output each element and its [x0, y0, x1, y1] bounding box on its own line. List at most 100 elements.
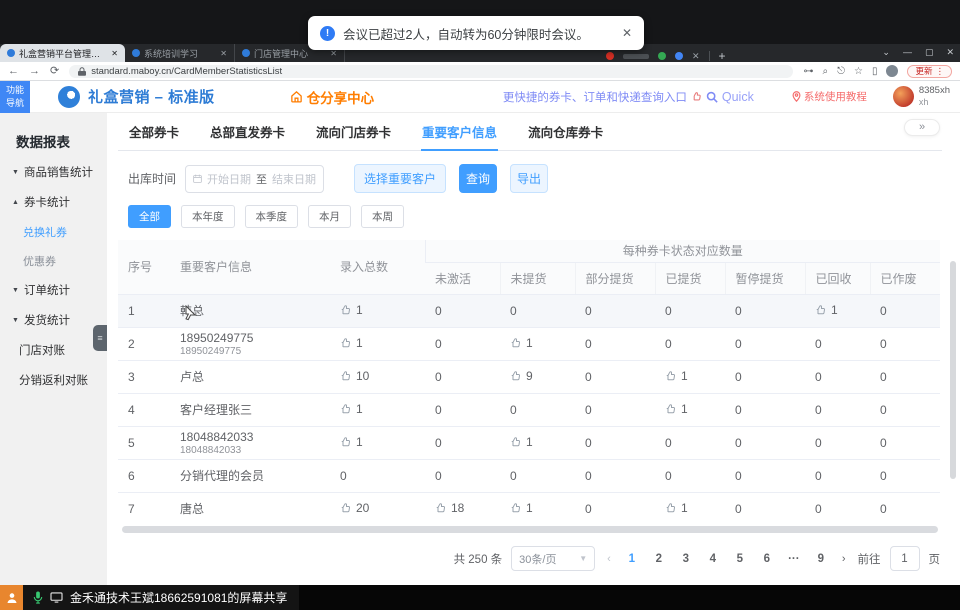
count-link[interactable]: 1 [665, 402, 688, 416]
sidebar-item[interactable]: ▲券卡统计 [0, 187, 107, 217]
tab-favicon-red[interactable] [606, 52, 614, 60]
count-link[interactable]: 9 [510, 369, 533, 383]
quick-filter-button[interactable]: 本年度 [181, 205, 235, 228]
quick-filter-button[interactable]: 本周 [361, 205, 404, 228]
count-link[interactable]: 1 [815, 303, 838, 317]
panel-icon[interactable]: ▯ [872, 66, 878, 77]
tutorial-link[interactable]: 系统使用教程 [792, 89, 867, 104]
count-value: 1 [356, 435, 363, 449]
window-minimize-icon[interactable]: — [903, 47, 912, 58]
status-column-header: 已作废 [870, 262, 940, 294]
count-link[interactable]: 1 [340, 402, 363, 416]
select-customer-button[interactable]: 选择重要客户 [354, 164, 446, 193]
count-link[interactable]: 1 [510, 501, 533, 515]
tab-item[interactable]: 总部直发券卡 [209, 122, 286, 150]
page-number-button[interactable]: 2 [650, 553, 668, 565]
count-link[interactable]: 20 [340, 501, 369, 515]
new-tab-button[interactable]: + [719, 49, 726, 63]
count-link[interactable]: 10 [340, 369, 369, 383]
function-nav-toggle[interactable]: 功能 导航 [0, 81, 30, 113]
sidebar-subitem[interactable]: 兑换礼券 [0, 217, 107, 246]
table-row[interactable]: 7唐总2018101000 [118, 492, 940, 524]
reload-icon[interactable]: ⟳ [50, 66, 59, 77]
prev-page-button[interactable]: ‹ [604, 553, 614, 565]
page-number-button[interactable]: 3 [677, 553, 695, 565]
count-link[interactable]: 1 [510, 336, 533, 350]
tab-item[interactable]: 流向门店券卡 [315, 122, 392, 150]
quick-filter-button[interactable]: 本月 [308, 205, 351, 228]
export-button[interactable]: 导出 [510, 164, 548, 193]
banner-close-icon[interactable]: ✕ [622, 26, 632, 40]
sidebar-item[interactable]: ▼发货统计 [0, 305, 107, 335]
quick-filter-row: 全部本年度本季度本月本周 [118, 205, 942, 228]
count-link[interactable]: 1 [340, 435, 363, 449]
window-close-icon[interactable]: ✕ [946, 47, 954, 58]
count-link[interactable]: 1 [665, 369, 688, 383]
browser-tab[interactable]: 系统培训学习✕ [125, 44, 235, 62]
back-icon[interactable]: ← [8, 66, 19, 77]
tab-item[interactable]: 流向仓库券卡 [527, 122, 604, 150]
table-row[interactable]: 2189502497751895024977510100000 [118, 327, 940, 360]
count-link[interactable]: 1 [510, 435, 533, 449]
page-number-button[interactable]: 6 [758, 553, 776, 565]
table-row[interactable]: 3卢总100901000 [118, 360, 940, 393]
table-row[interactable]: 6分销代理的会员00000000 [118, 459, 940, 492]
horizontal-scrollbar[interactable] [122, 526, 938, 533]
tab-favicon-green[interactable] [658, 52, 666, 60]
browser-tab[interactable]: 礼盒营销平台管理中心✕ [0, 44, 125, 62]
sidebar-item[interactable]: 门店对账 [0, 335, 107, 365]
password-key-icon[interactable]: ⊶ [803, 66, 813, 77]
customer-cell[interactable]: 1895024977518950249775 [170, 327, 330, 360]
goto-page-input[interactable] [890, 546, 920, 571]
quick-filter-button[interactable]: 本季度 [245, 205, 299, 228]
count-link[interactable]: 18 [435, 501, 464, 515]
sidebar-subitem[interactable]: 优惠券 [0, 246, 107, 275]
next-page-button[interactable]: › [839, 553, 849, 565]
table-row[interactable]: 4客户经理张三10001000 [118, 393, 940, 426]
user-chip[interactable]: 8385xh xh [893, 85, 950, 107]
page-size-select[interactable]: 30条/页 ▼ [511, 546, 595, 571]
date-range-input[interactable]: 开始日期 至 结束日期 [185, 165, 324, 193]
window-menu-icon[interactable]: ⌄ [882, 47, 890, 58]
bookmark-star-icon[interactable]: ☆ [854, 66, 863, 77]
window-maximize-icon[interactable]: ▢ [925, 47, 934, 58]
table-row[interactable]: 5180488420331804884203310100000 [118, 426, 940, 459]
quick-entry-link[interactable]: 更快捷的券卡、订单和快递查询入口 Quick [503, 89, 754, 105]
tabs-collapse-button[interactable]: » [904, 119, 940, 136]
count-link[interactable]: 1 [340, 303, 363, 317]
customer-cell[interactable]: 卢总 [170, 360, 330, 393]
tab-favicon-blue[interactable] [675, 52, 683, 60]
customer-cell[interactable]: 客户经理张三 [170, 393, 330, 426]
tab-close-icon[interactable]: ✕ [220, 49, 227, 58]
tab-title-hidden[interactable] [623, 54, 649, 59]
forward-icon[interactable]: → [29, 66, 40, 77]
tab-close-icon[interactable]: ✕ [111, 49, 118, 58]
quick-filter-button[interactable]: 全部 [128, 205, 171, 228]
vertical-scrollbar[interactable] [950, 261, 956, 479]
sidebar-collapse-handle[interactable]: ≡ [93, 325, 107, 351]
table-row[interactable]: 1韩总10000010 [118, 294, 940, 327]
count-link[interactable]: 1 [340, 336, 363, 350]
customer-cell[interactable]: 分销代理的会员 [170, 459, 330, 492]
page-number-button[interactable]: 9 [812, 553, 830, 565]
page-number-button[interactable]: 5 [731, 553, 749, 565]
address-bar[interactable]: standard.maboy.cn/CardMemberStatisticsLi… [69, 65, 793, 78]
tab-close-icon[interactable]: ✕ [692, 51, 700, 62]
share-icon[interactable]: ⎋ [837, 66, 845, 77]
count-link[interactable]: 1 [665, 501, 688, 515]
browser-profile-avatar[interactable] [886, 65, 898, 77]
page-number-button[interactable]: 1 [623, 553, 641, 565]
zoom-icon[interactable]: ⌕ [822, 66, 828, 77]
chrome-update-button[interactable]: 更新 ⋮ [907, 65, 952, 78]
tab-item[interactable]: 全部券卡 [128, 122, 180, 150]
sidebar-item[interactable]: ▼订单统计 [0, 275, 107, 305]
search-button[interactable]: 查询 [459, 164, 497, 193]
sidebar-item[interactable]: 分销返利对账 [0, 365, 107, 395]
page-number-button[interactable]: 4 [704, 553, 722, 565]
share-center-link[interactable]: 仓分享中心 [290, 87, 375, 107]
sidebar-item[interactable]: ▼商品销售统计 [0, 157, 107, 187]
customer-cell[interactable]: 1804884203318048842033 [170, 426, 330, 459]
tab-active[interactable]: 重要客户信息 [421, 122, 498, 151]
participant-icon[interactable] [0, 585, 23, 610]
customer-cell[interactable]: 唐总 [170, 492, 330, 524]
